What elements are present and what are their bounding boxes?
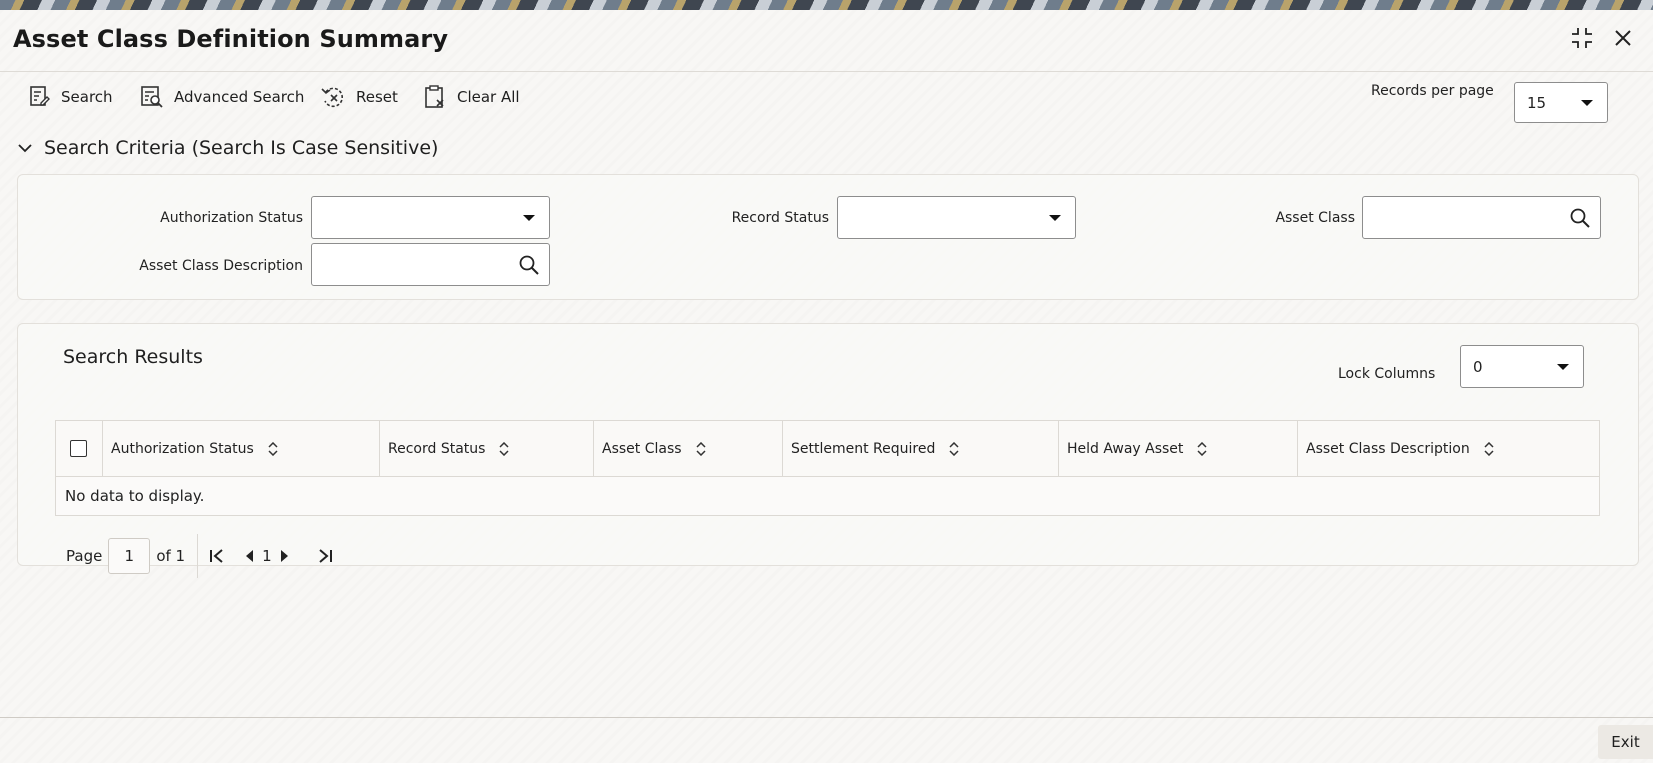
sort-icon[interactable]	[268, 441, 278, 456]
records-per-page-label: Records per page	[1371, 83, 1494, 99]
next-page-icon[interactable]	[280, 549, 290, 563]
column-header-label: Authorization Status	[111, 440, 254, 457]
pagination: Page 1 of 1 1	[66, 534, 334, 578]
record-status-select[interactable]	[837, 196, 1076, 239]
search-button[interactable]: Search	[29, 82, 113, 112]
clear-all-button[interactable]: Clear All	[423, 82, 520, 112]
reset-button-label: Reset	[356, 88, 398, 106]
reset-button[interactable]: Reset	[320, 82, 398, 112]
restore-icon[interactable]	[1570, 26, 1594, 54]
advanced-search-button-label: Advanced Search	[174, 88, 305, 106]
footer-divider	[0, 717, 1653, 718]
chevron-down-icon	[1581, 99, 1593, 106]
page-count-label: of 1	[156, 547, 186, 565]
close-icon[interactable]	[1611, 26, 1635, 54]
clear-all-button-label: Clear All	[457, 88, 520, 106]
advanced-search-button[interactable]: Advanced Search	[140, 82, 304, 112]
column-header-asset-class-description[interactable]: Asset Class Description	[1297, 421, 1494, 476]
chevron-down-icon	[18, 144, 32, 153]
search-criteria-heading: Search Criteria (Search Is Case Sensitiv…	[44, 137, 439, 159]
records-per-page-value: 15	[1527, 93, 1547, 112]
lock-columns-value: 0	[1473, 357, 1483, 376]
page-title: Asset Class Definition Summary	[13, 25, 449, 53]
asset-class-description-label: Asset Class Description	[139, 258, 303, 274]
asset-class-description-input[interactable]	[311, 243, 550, 286]
page-number-input[interactable]: 1	[108, 538, 151, 574]
column-header-held-away-asset[interactable]: Held Away Asset	[1058, 421, 1207, 476]
banner-strip	[0, 0, 1653, 10]
column-header-label: Held Away Asset	[1067, 440, 1184, 457]
exit-button-label: Exit	[1611, 733, 1640, 751]
column-header-label: Record Status	[388, 440, 486, 457]
first-page-icon[interactable]	[208, 548, 226, 564]
select-all-checkbox[interactable]	[70, 440, 87, 457]
current-page-indicator: 1	[262, 547, 272, 565]
advanced-search-icon	[141, 86, 163, 108]
magnifier-icon[interactable]	[1570, 208, 1590, 228]
column-header-settlement-required[interactable]: Settlement Required	[782, 421, 959, 476]
sort-icon[interactable]	[949, 441, 959, 456]
chevron-down-icon	[1049, 214, 1061, 221]
chevron-down-icon	[523, 214, 535, 221]
column-header-label: Asset Class	[602, 440, 682, 457]
reset-icon	[321, 87, 344, 108]
results-grid: Authorization Status Record Status Asset…	[55, 420, 1600, 516]
sort-icon[interactable]	[696, 441, 706, 456]
search-criteria-toggle[interactable]: Search Criteria (Search Is Case Sensitiv…	[18, 137, 438, 159]
column-header-label: Asset Class Description	[1306, 440, 1470, 457]
authorization-status-select[interactable]	[311, 196, 550, 239]
grid-header-row: Authorization Status Record Status Asset…	[56, 421, 1599, 477]
title-divider	[0, 71, 1653, 72]
lock-columns-select[interactable]: 0	[1460, 345, 1584, 388]
record-status-label: Record Status	[731, 210, 829, 226]
asset-class-label: Asset Class	[1275, 210, 1355, 226]
records-per-page-select[interactable]: 15	[1514, 82, 1608, 123]
asset-class-input[interactable]	[1362, 196, 1601, 239]
empty-grid-message: No data to display.	[65, 487, 205, 505]
page-number-value: 1	[124, 547, 135, 565]
search-criteria-panel: Authorization Status Record Status Asset…	[17, 174, 1639, 300]
sort-icon[interactable]	[1197, 441, 1207, 456]
chevron-down-icon	[1557, 363, 1569, 370]
lock-columns-label: Lock Columns	[1338, 366, 1436, 382]
sort-icon[interactable]	[1484, 441, 1494, 456]
sort-icon[interactable]	[499, 441, 509, 456]
page-label: Page	[66, 547, 103, 565]
column-header-label: Settlement Required	[791, 440, 936, 457]
column-header-record-status[interactable]: Record Status	[379, 421, 509, 476]
column-header-authorization-status[interactable]: Authorization Status	[102, 421, 278, 476]
authorization-status-label: Authorization Status	[160, 210, 303, 226]
clear-all-icon	[425, 85, 444, 108]
exit-button[interactable]: Exit	[1598, 725, 1653, 759]
search-icon	[30, 86, 50, 106]
summary-window: Asset Class Definition Summary Search Ad…	[0, 10, 1653, 763]
last-page-icon[interactable]	[316, 548, 334, 564]
column-header-asset-class[interactable]: Asset Class	[593, 421, 706, 476]
pager-divider	[197, 534, 199, 578]
search-results-heading: Search Results	[63, 346, 203, 368]
previous-page-icon[interactable]	[244, 549, 254, 563]
magnifier-icon[interactable]	[519, 255, 539, 275]
search-button-label: Search	[61, 88, 113, 106]
